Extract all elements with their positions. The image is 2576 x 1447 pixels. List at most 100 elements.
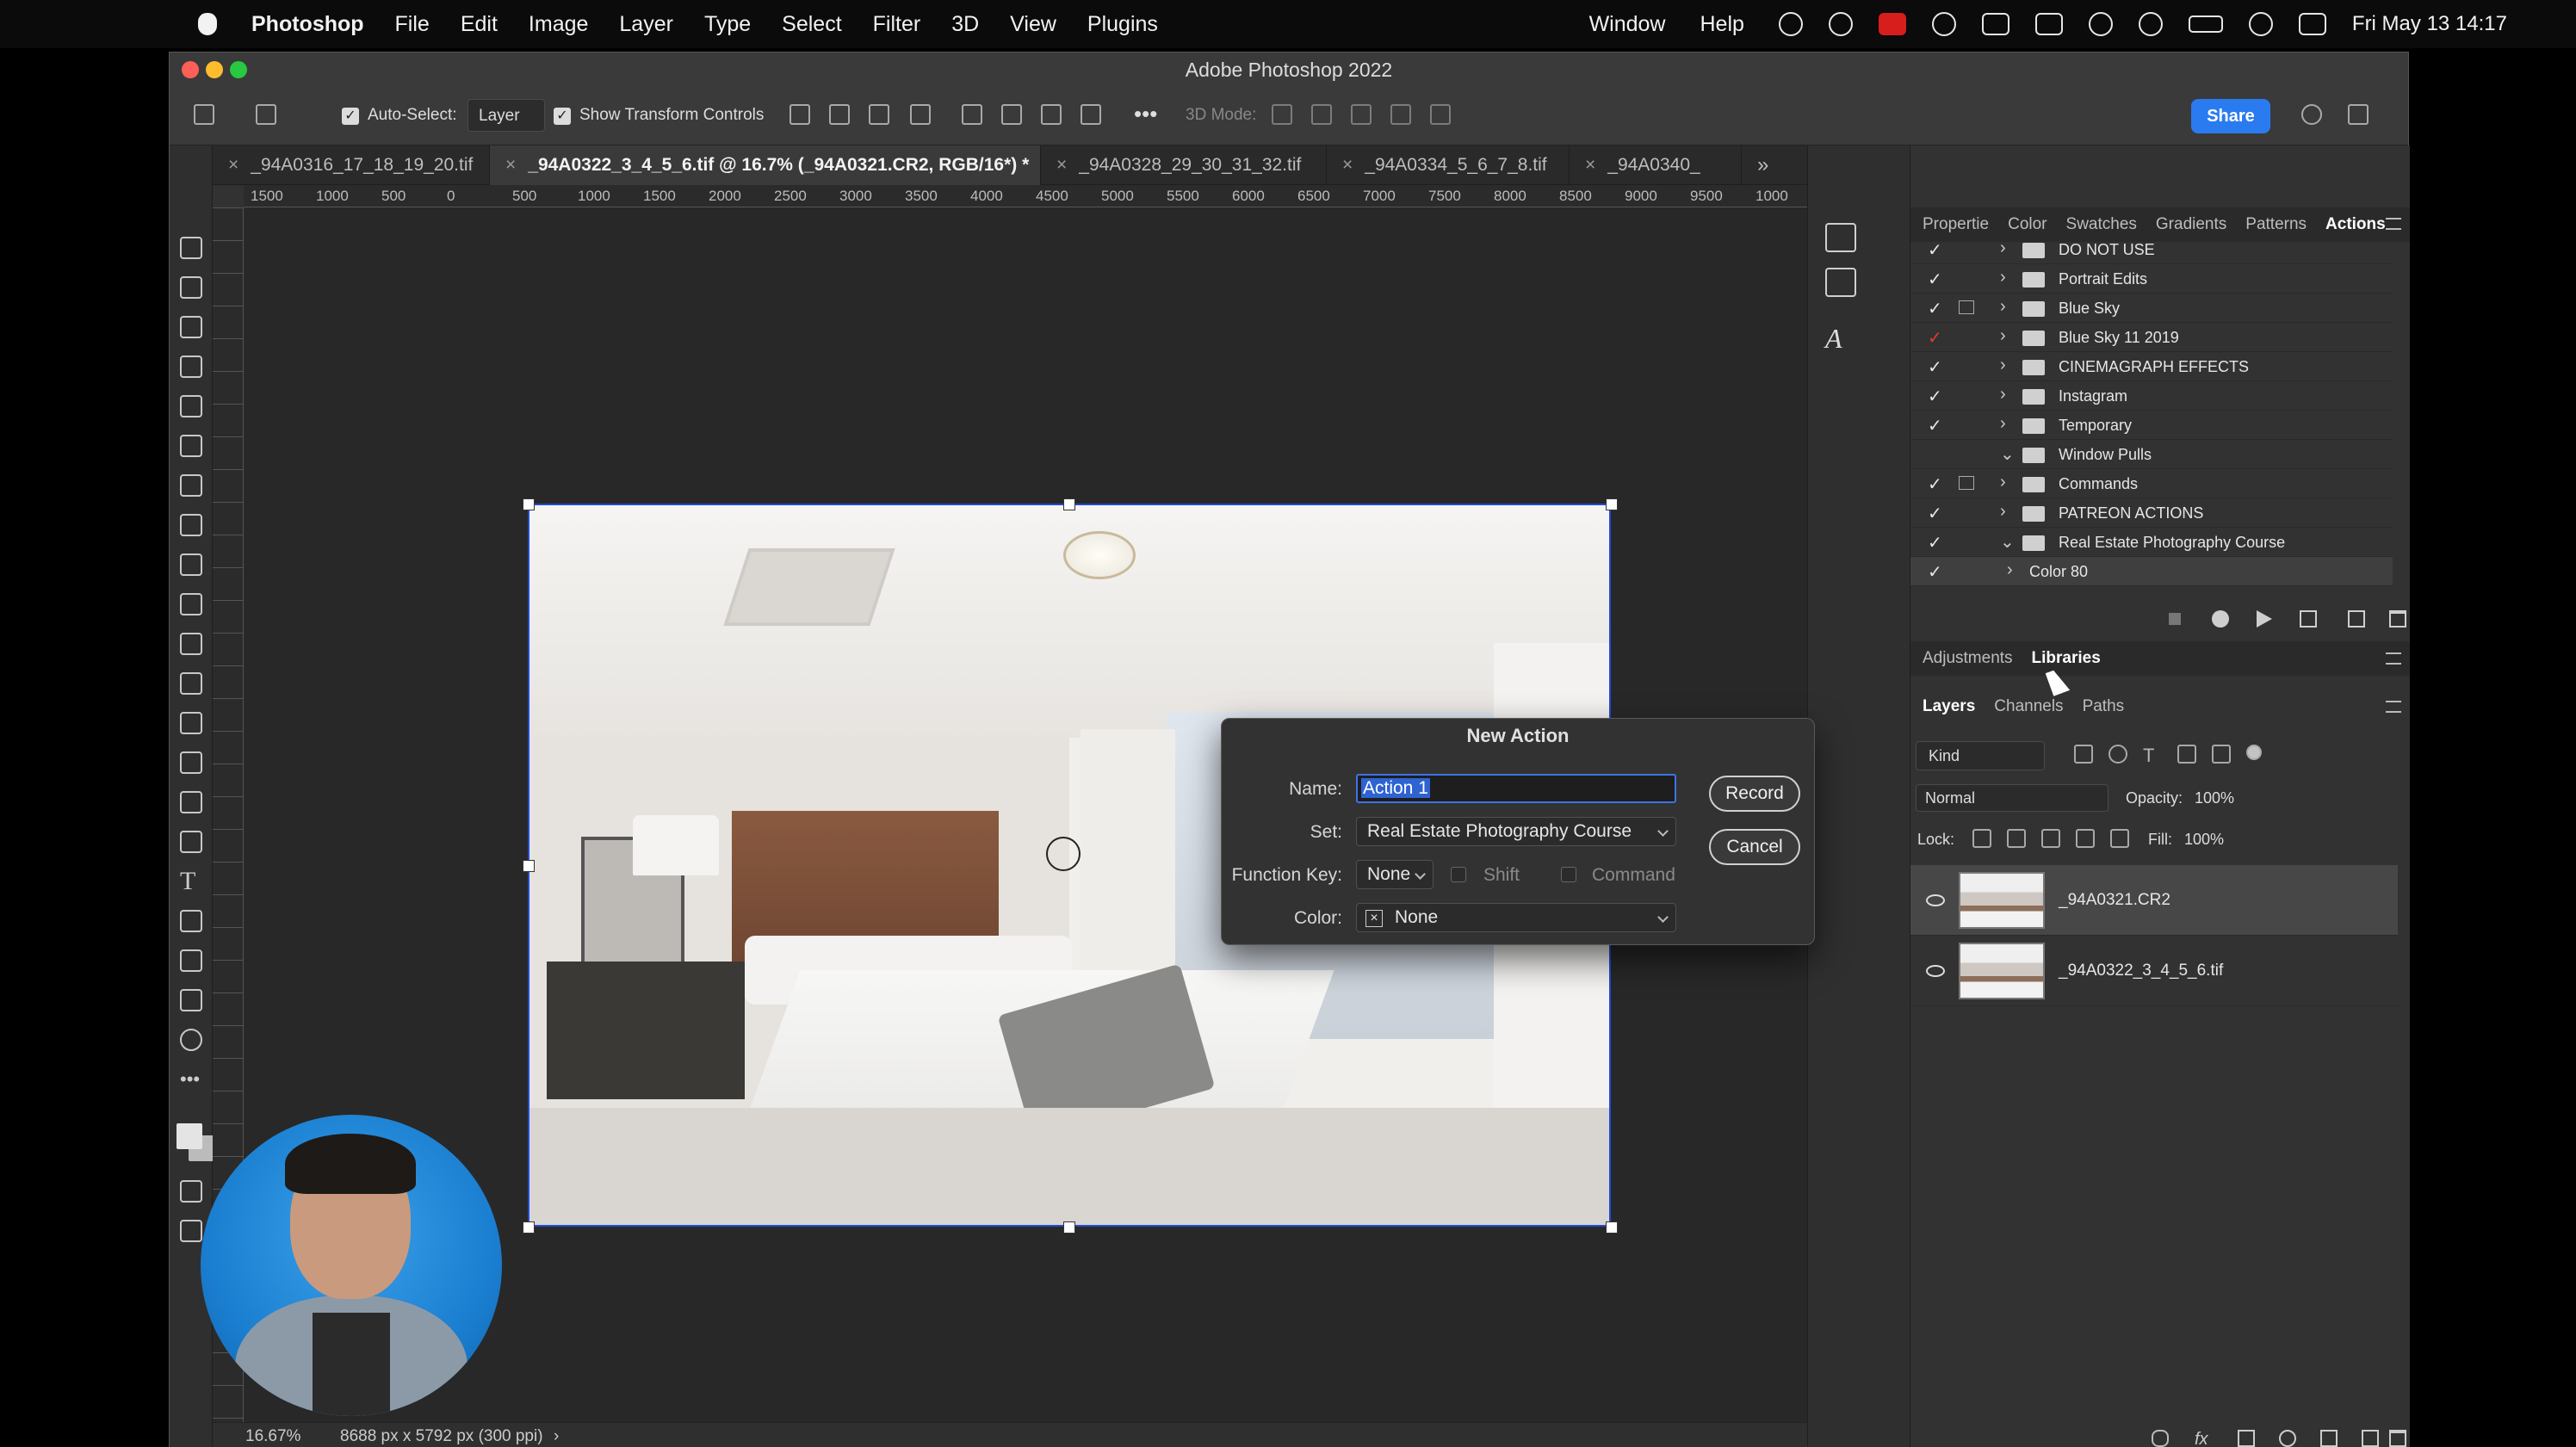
foreground-color-swatch[interactable] [176,1123,202,1149]
expand-arrow-icon[interactable]: › [2000,385,2006,405]
lock-transparent-icon[interactable] [1972,829,1991,848]
align-bottom-icon[interactable] [1041,104,1062,125]
color-dropdown[interactable]: × None [1356,903,1676,932]
tab-document-active[interactable]: × _94A0322_3_4_5_6.tif @ 16.7% (_94A0321.… [490,145,1041,185]
stamp-tool-icon[interactable] [180,593,202,615]
cloud-icon[interactable] [2088,12,2113,36]
lasso-tool-icon[interactable] [180,316,202,338]
brush-settings-icon[interactable] [1825,223,1856,252]
collapse-arrow-icon[interactable]: ⌄ [2000,531,2015,553]
3d-slide-icon[interactable] [1390,104,1411,125]
auto-select-checkbox[interactable]: ✓ [342,108,359,125]
status-chevron-icon[interactable]: › [554,1427,559,1446]
expand-arrow-icon[interactable]: › [2000,326,2006,346]
menu-select[interactable]: Select [782,12,841,37]
layer-thumbnail[interactable] [1959,872,2045,929]
tab-paths[interactable]: Paths [2083,697,2125,716]
menu-edit[interactable]: Edit [461,12,498,37]
check-icon[interactable]: ✓ [1928,415,1942,436]
paint-bucket-tool-icon[interactable] [180,712,202,734]
tab-color[interactable]: Color [2008,215,2047,234]
menu-layer[interactable]: Layer [619,12,673,37]
blend-mode-dropdown[interactable]: Normal [1916,784,2108,812]
menu-image[interactable]: Image [529,12,588,37]
maximize-window-icon[interactable] [230,61,247,78]
shift-checkbox[interactable] [1451,867,1466,882]
dodge-tool-icon[interactable] [180,791,202,813]
menu-filter[interactable]: Filter [873,12,921,37]
tab-document[interactable]: × _94A0340_ [1570,145,1742,185]
more-tools-icon[interactable]: ••• [180,1068,202,1091]
play-icon[interactable] [2257,610,2272,628]
zoom-level[interactable]: 16.67% [245,1427,300,1446]
crop-tool-icon[interactable] [180,395,202,417]
transform-handle-tl[interactable] [523,498,535,510]
type-tool-icon[interactable]: T [180,869,202,894]
expand-arrow-icon[interactable]: › [2000,473,2006,492]
command-checkbox[interactable] [1561,867,1576,882]
tab-layers[interactable]: Layers [1923,697,1975,716]
panel-menu-icon[interactable] [2386,652,2401,665]
home-icon[interactable] [194,104,214,125]
visibility-eye-icon[interactable] [1926,894,1945,906]
filter-smart-object-icon[interactable] [2212,745,2231,764]
reference-point-icon[interactable] [1046,837,1081,871]
visibility-eye-icon[interactable] [1926,965,1945,977]
distribute-vertical-icon[interactable] [1081,104,1101,125]
menubar-clock[interactable]: Fri May 13 14:17 [2352,12,2507,36]
action-set-row[interactable]: ✓ › Portrait Edits [1910,264,2393,294]
workspace-icon[interactable] [2348,104,2369,125]
new-action-icon[interactable] [2348,610,2365,628]
close-tab-icon[interactable]: × [1056,155,1067,175]
delete-layer-trash-icon[interactable] [2389,1430,2406,1447]
panel-menu-icon[interactable] [2386,701,2401,713]
minimize-window-icon[interactable] [206,61,223,78]
check-icon[interactable]: ✓ [1928,473,1942,495]
new-adjustment-layer-icon[interactable] [2279,1430,2296,1447]
menu-help[interactable]: Help [1700,12,1743,37]
function-key-dropdown[interactable]: None [1356,860,1434,889]
move-tool-icon[interactable] [180,237,202,259]
character-icon[interactable]: A [1825,323,1856,354]
fill-value[interactable]: 100% [2184,831,2224,849]
control-center-icon[interactable] [2298,13,2326,35]
align-center-icon[interactable] [829,104,850,125]
layer-row[interactable]: _94A0321.CR2 [1910,865,2398,936]
tab-adjustments[interactable]: Adjustments [1923,649,2013,668]
tab-document[interactable]: × _94A0316_17_18_19_20.tif [213,145,490,185]
action-name-input[interactable]: Action 1 [1356,774,1676,803]
check-icon[interactable]: ✓ [1928,298,1942,319]
fx-icon[interactable]: fx [2195,1430,2220,1447]
menu-window[interactable]: Window [1589,12,1666,37]
cursor-app-icon[interactable] [1828,12,1853,36]
move-tool-icon[interactable] [256,104,276,125]
expand-arrow-icon[interactable]: › [2000,268,2006,288]
align-left-icon[interactable] [790,104,810,125]
settings-gear-icon[interactable] [1931,12,1956,36]
rectangle-tool-icon[interactable] [180,949,202,972]
dialog-toggle-icon[interactable] [1959,300,1974,314]
layer-row[interactable]: _94A0322_3_4_5_6.tif [1910,936,2398,1006]
frame-tool-icon[interactable] [180,435,202,457]
share-button[interactable]: Share [2191,99,2270,133]
check-icon[interactable]: ✓ [1928,386,1942,407]
action-row[interactable]: ✓ › Color 80 [1910,557,2393,586]
transform-handle-ml[interactable] [523,860,535,872]
collapse-arrow-icon[interactable]: ⌄ [2000,443,2015,465]
check-icon[interactable]: ✓ [1928,327,1942,349]
auto-select-dropdown[interactable]: Layer [468,99,545,132]
action-set-row[interactable]: ✓ › Blue Sky [1910,294,2393,323]
marquee-tool-icon[interactable] [180,276,202,299]
action-set-row[interactable]: ✓ › DO NOT USE [1910,242,2393,264]
action-set-row[interactable]: ⌄ Window Pulls [1910,440,2393,469]
tab-swatches[interactable]: Swatches [2066,215,2137,234]
tab-actions[interactable]: Actions [2325,215,2386,234]
layer-thumbnail[interactable] [1959,943,2045,999]
transform-handle-br[interactable] [1606,1221,1618,1234]
tab-document[interactable]: × _94A0334_5_6_7_8.tif [1327,145,1570,185]
layer-name[interactable]: _94A0321.CR2 [2059,891,2170,910]
menu-type[interactable]: Type [704,12,751,37]
eyedropper-tool-icon[interactable] [180,474,202,497]
quick-mask-icon[interactable] [180,1180,202,1203]
layer-filter-kind-dropdown[interactable]: Kind [1916,741,2045,770]
